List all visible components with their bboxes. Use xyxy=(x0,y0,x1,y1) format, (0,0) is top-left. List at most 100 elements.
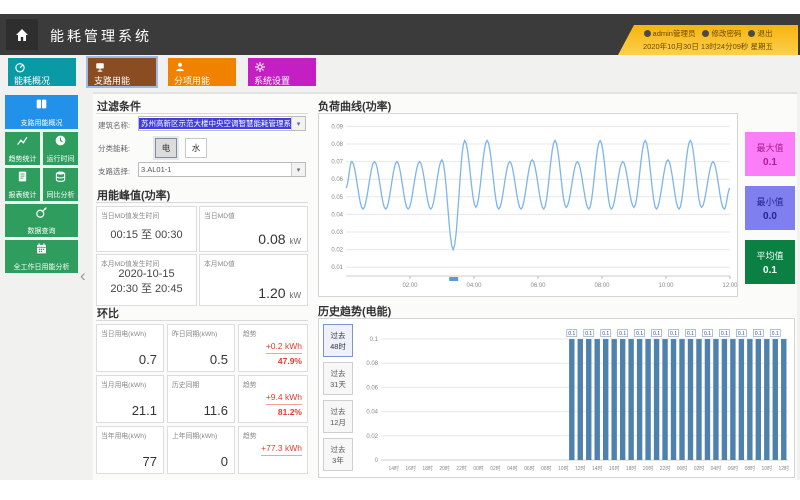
history-bar[interactable] xyxy=(595,339,600,460)
range-button-48时[interactable]: 过去48时 xyxy=(323,324,353,357)
history-bar[interactable] xyxy=(713,339,718,460)
category-option-水[interactable]: 水 xyxy=(185,138,207,158)
clock-icon xyxy=(54,134,67,152)
load-curve-chart[interactable]: 0.010.020.030.040.050.060.070.080.0902:0… xyxy=(319,114,737,296)
sidebar-menu: 支路用能概况趋势统计运行时间报表统计同比分析数据查询全工作日用能分析 xyxy=(5,95,79,273)
database-icon xyxy=(54,170,67,188)
svg-text:0.1: 0.1 xyxy=(704,331,711,337)
svg-text:18时: 18时 xyxy=(422,465,433,472)
history-bar[interactable] xyxy=(671,339,676,460)
svg-text:12时: 12时 xyxy=(575,465,586,472)
svg-text:16时: 16时 xyxy=(405,465,416,472)
svg-text:06时: 06时 xyxy=(728,465,739,472)
history-bar[interactable] xyxy=(662,339,667,460)
history-bar[interactable] xyxy=(739,339,744,460)
svg-text:08时: 08时 xyxy=(541,465,552,472)
history-bar[interactable] xyxy=(773,339,778,460)
load-curve-panel: 0.010.020.030.040.050.060.070.080.0902:0… xyxy=(318,113,738,297)
history-bar[interactable] xyxy=(756,339,761,460)
svg-text:10:00: 10:00 xyxy=(658,283,674,289)
history-bar[interactable] xyxy=(578,339,583,460)
svg-text:04时: 04时 xyxy=(711,465,722,472)
history-bar[interactable] xyxy=(781,339,786,460)
history-chart-title: 历史趋势(电能) xyxy=(318,303,391,319)
sidebar-item-7[interactable]: 全工作日用能分析 xyxy=(5,240,78,273)
svg-text:0.1: 0.1 xyxy=(370,337,379,343)
sidebar-item-3[interactable]: 运行时间 xyxy=(43,132,78,165)
category-option-电[interactable]: 电 xyxy=(155,138,177,158)
filter-panel-title: 过滤条件 xyxy=(97,98,141,114)
svg-text:0.1: 0.1 xyxy=(636,331,643,337)
svg-text:02:00: 02:00 xyxy=(402,283,418,289)
building-select[interactable]: 苏州高新区示范大楼中央空调智慧能耗管理系统 ▾ xyxy=(138,116,306,131)
svg-text:0.02: 0.02 xyxy=(331,248,343,254)
sidebar-collapse-arrow[interactable]: ‹ xyxy=(80,266,86,286)
history-bar[interactable] xyxy=(730,339,735,460)
svg-text:18时: 18时 xyxy=(626,465,637,472)
svg-text:14时: 14时 xyxy=(388,465,399,472)
category-label: 分类能耗: xyxy=(98,143,130,154)
history-bar[interactable] xyxy=(586,339,591,460)
sidebar-item-6[interactable]: 数据查询 xyxy=(5,204,78,237)
svg-text:10时: 10时 xyxy=(558,465,569,472)
huanbi-current-3: 当年用电(kWh)77 xyxy=(96,426,164,474)
range-button-12月[interactable]: 过去12月 xyxy=(323,400,353,433)
svg-text:02时: 02时 xyxy=(694,465,705,472)
logout-link[interactable]: 退出 xyxy=(748,28,772,39)
svg-text:0.02: 0.02 xyxy=(366,434,378,440)
sidebar-item-1[interactable]: 支路用能概况 xyxy=(5,95,78,129)
app-window: 能耗管理系统 admin管理员 修改密码 退出 2020年10月30日 13时2… xyxy=(0,14,800,480)
history-bar[interactable] xyxy=(764,339,769,460)
branch-select[interactable]: 3.AL01-1 ▾ xyxy=(138,162,306,177)
tab-3[interactable]: 分项用能 xyxy=(168,58,236,86)
datetime-label: 2020年10月30日 13时24分09秒 星期五 xyxy=(618,41,798,52)
history-bar[interactable] xyxy=(722,339,727,460)
user-name[interactable]: admin管理员 xyxy=(644,28,696,39)
sidebar-item-4[interactable]: 报表统计 xyxy=(5,168,40,201)
book-icon xyxy=(34,97,49,116)
sidebar-item-2[interactable]: 趋势统计 xyxy=(5,132,40,165)
huanbi-current-1: 当日用电(kWh)0.7 xyxy=(96,324,164,372)
power-icon xyxy=(748,30,755,37)
tab-2[interactable]: 支路用能 xyxy=(88,58,156,86)
history-bar[interactable] xyxy=(611,339,616,460)
svg-text:20时: 20时 xyxy=(439,465,450,472)
sidebar-item-5[interactable]: 同比分析 xyxy=(43,168,78,201)
md-panel-title: 用能峰值(功率) xyxy=(97,187,170,203)
svg-text:04:00: 04:00 xyxy=(466,283,482,289)
history-bar[interactable] xyxy=(679,339,684,460)
history-bar[interactable] xyxy=(637,339,642,460)
report-icon xyxy=(16,170,29,188)
main-tabs: 能耗概况支路用能分项用能系统设置 xyxy=(8,58,316,86)
history-bar[interactable] xyxy=(747,339,752,460)
svg-text:08时: 08时 xyxy=(745,465,756,472)
history-bar[interactable] xyxy=(628,339,633,460)
history-bar[interactable] xyxy=(603,339,608,460)
change-password-link[interactable]: 修改密码 xyxy=(702,28,741,39)
tab-1[interactable]: 能耗概况 xyxy=(8,58,76,86)
history-bar[interactable] xyxy=(620,339,625,460)
branch-label: 支路选择: xyxy=(98,166,130,177)
history-bar[interactable] xyxy=(705,339,710,460)
history-bar[interactable] xyxy=(654,339,659,460)
svg-text:06时: 06时 xyxy=(524,465,535,472)
svg-text:12时: 12时 xyxy=(778,465,789,472)
history-bar[interactable] xyxy=(696,339,701,460)
svg-text:0.08: 0.08 xyxy=(366,361,378,367)
svg-text:10时: 10时 xyxy=(762,465,773,472)
svg-text:0.06: 0.06 xyxy=(366,385,378,391)
range-button-3年[interactable]: 过去3年 xyxy=(323,438,353,471)
history-bar-chart[interactable]: 00.020.040.060.080.114时16时18时20时22时00时02… xyxy=(356,320,794,476)
screen: 能耗管理系统 admin管理员 修改密码 退出 2020年10月30日 13时2… xyxy=(0,0,800,500)
history-bar[interactable] xyxy=(645,339,650,460)
chart-scroll-handle[interactable] xyxy=(449,277,458,281)
svg-text:16时: 16时 xyxy=(609,465,620,472)
range-button-31天[interactable]: 过去31天 xyxy=(323,362,353,395)
svg-text:22时: 22时 xyxy=(456,465,467,472)
home-icon[interactable] xyxy=(6,19,38,50)
history-bar[interactable] xyxy=(569,339,574,460)
history-bar[interactable] xyxy=(688,339,693,460)
huanbi-panel-title: 环比 xyxy=(97,305,119,321)
stat-badge-1: 最大值0.1 xyxy=(745,132,795,176)
tab-4[interactable]: 系统设置 xyxy=(248,58,316,86)
